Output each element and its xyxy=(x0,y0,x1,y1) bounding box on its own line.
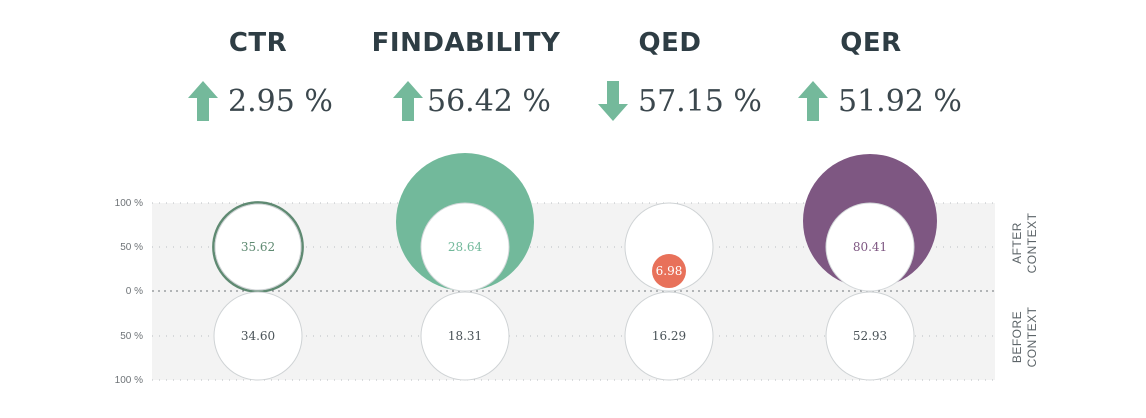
bubble-chart: 100 %50 %0 %50 %100 %AFTER CONTEXTBEFORE C… xyxy=(115,153,1039,386)
y-tick-label: 100 % xyxy=(115,198,143,209)
value-label-before: 18.31 xyxy=(448,329,482,343)
value-label-after: 80.41 xyxy=(853,240,887,254)
side-label-before-line: BEFORE xyxy=(1010,311,1024,363)
y-tick-label: 50 % xyxy=(120,331,143,342)
y-tick-label: 100 % xyxy=(115,375,143,386)
side-label-after: AFTER CONTEXT xyxy=(1010,212,1039,273)
value-label-before: 52.93 xyxy=(853,329,887,343)
side-label-before-line: CONTEXT xyxy=(1025,306,1039,367)
value-label-after: 6.98 xyxy=(656,264,683,278)
side-label-after-line: CONTEXT xyxy=(1025,212,1039,273)
value-label-after: 28.64 xyxy=(448,240,483,254)
value-label-before: 16.29 xyxy=(652,329,686,343)
value-label-after: 35.62 xyxy=(241,240,275,254)
value-label-before: 34.60 xyxy=(241,329,275,343)
y-tick-label: 0 % xyxy=(126,286,143,297)
side-label-before: BEFORE CONTEXT xyxy=(1010,306,1039,367)
side-label-after-line: AFTER xyxy=(1010,222,1024,264)
y-tick-label: 50 % xyxy=(120,242,143,253)
